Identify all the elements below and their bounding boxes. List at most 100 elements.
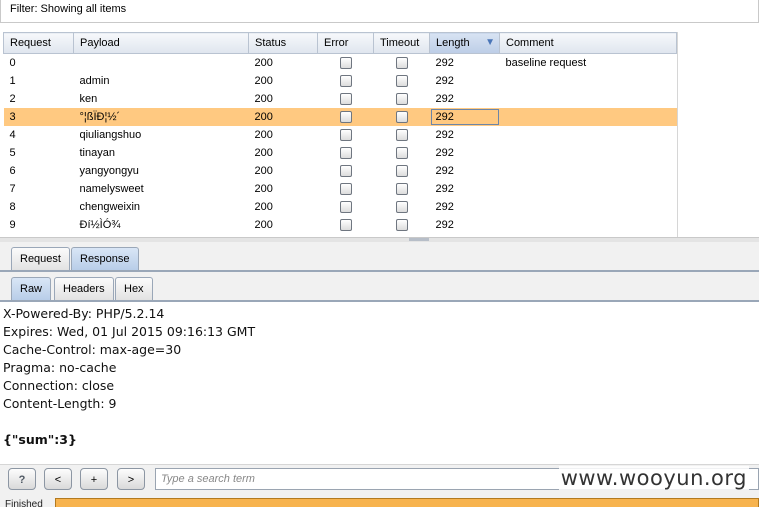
cell-status: 200 — [254, 93, 273, 105]
cell-payload: namelysweet — [79, 183, 144, 195]
cell-request: 6 — [9, 165, 16, 177]
error-checkbox[interactable] — [339, 57, 352, 70]
table-row[interactable]: 4 qiuliangshuo 200 292 — [4, 126, 677, 144]
table-row[interactable]: 9 Ðí½ÌÓ¾ 200 292 — [4, 216, 677, 234]
column-header-length[interactable]: Length ▼ — [429, 32, 500, 54]
timeout-checkbox[interactable] — [395, 165, 408, 178]
error-checkbox[interactable] — [339, 165, 352, 178]
table-row[interactable]: 1 admin 200 292 — [4, 72, 677, 90]
error-checkbox[interactable] — [339, 219, 352, 232]
column-header-payload[interactable]: Payload — [73, 32, 249, 54]
cell-comment — [500, 216, 677, 234]
cell-payload: tinayan — [79, 147, 115, 159]
table-row[interactable]: 6 yangyongyu 200 292 — [4, 162, 677, 180]
filter-bar[interactable]: Filter: Showing all items — [0, 0, 759, 23]
column-header-error[interactable]: Error — [317, 32, 374, 54]
cell-error — [318, 216, 374, 234]
cell-timeout — [374, 162, 430, 180]
timeout-checkbox[interactable] — [395, 129, 408, 142]
table-row[interactable]: 8 chengweixin 200 292 — [4, 198, 677, 216]
table-row[interactable]: 3 °¦ßÏÐ¦½´ 200 292 — [3, 108, 677, 126]
cell-timeout — [374, 126, 430, 144]
timeout-checkbox[interactable] — [395, 219, 408, 232]
cell-request: 0 — [9, 57, 16, 69]
splitter-grip-icon[interactable] — [409, 238, 429, 241]
tab-raw[interactable]: Raw — [11, 277, 52, 300]
table-row[interactable]: 5 tinayan 200 292 — [4, 144, 677, 162]
timeout-checkbox[interactable] — [395, 75, 408, 88]
cell-comment — [500, 126, 677, 144]
cell-length: 292 — [435, 201, 454, 213]
results-table-container: Request Payload Status Error Timeout Len… — [3, 32, 759, 237]
cell-status: 200 — [254, 219, 273, 231]
column-header-timeout[interactable]: Timeout — [373, 32, 430, 54]
cell-payload: qiuliangshuo — [79, 129, 142, 141]
progress-fill — [56, 499, 758, 507]
column-header-request[interactable]: Request — [3, 32, 74, 54]
column-header-comment[interactable]: Comment — [499, 32, 677, 54]
message-tabs: Request Response — [0, 242, 759, 272]
cell-error — [318, 90, 374, 108]
cell-status: 200 — [254, 75, 273, 87]
help-button[interactable]: ? — [8, 468, 36, 490]
error-checkbox[interactable] — [339, 93, 352, 106]
error-checkbox[interactable] — [339, 183, 352, 196]
response-viewer[interactable]: X-Powered-By: PHP/5.2.14 Expires: Wed, 0… — [0, 302, 759, 464]
error-checkbox[interactable] — [339, 75, 352, 88]
cell-comment — [500, 72, 677, 90]
status-bar: Finished — [0, 496, 759, 507]
tab-hex[interactable]: Hex — [115, 277, 153, 300]
tab-request[interactable]: Request — [11, 247, 70, 270]
cell-comment — [500, 198, 677, 216]
cell-request: 2 — [9, 93, 16, 105]
tab-response[interactable]: Response — [71, 247, 139, 270]
cell-comment: baseline request — [505, 57, 587, 69]
tab-headers[interactable]: Headers — [54, 277, 114, 300]
cell-error — [318, 198, 374, 216]
cell-timeout — [374, 72, 430, 90]
table-row[interactable]: 7 namelysweet 200 292 — [4, 180, 677, 198]
cell-comment — [500, 180, 677, 198]
error-checkbox[interactable] — [339, 111, 352, 124]
table-row[interactable]: 0 200 292 baseline request — [4, 54, 677, 73]
cell-length: 292 — [435, 165, 454, 177]
cell-length: 292 — [435, 75, 454, 87]
table-row[interactable]: 2 ken 200 292 — [4, 90, 677, 108]
previous-match-button[interactable]: < — [44, 468, 72, 490]
cell-status: 200 — [248, 108, 318, 126]
filter-label: Filter: Showing all items — [10, 3, 127, 15]
cell-error — [318, 180, 374, 198]
cell-payload: °¦ßÏÐ¦½´ — [73, 108, 249, 126]
error-checkbox[interactable] — [339, 201, 352, 214]
response-body: {"sum":3} — [3, 432, 77, 447]
cell-comment — [500, 90, 677, 108]
add-button[interactable]: + — [80, 468, 108, 490]
cell-timeout — [374, 216, 430, 234]
cell-status: 200 — [254, 183, 273, 195]
cell-length: 292 — [435, 57, 454, 69]
timeout-checkbox[interactable] — [395, 183, 408, 196]
response-header-line: Expires: Wed, 01 Jul 2015 09:16:13 GMT — [3, 324, 256, 339]
cell-timeout — [374, 144, 430, 162]
cell-timeout — [374, 90, 430, 108]
column-header-label: Comment — [506, 37, 554, 49]
error-checkbox[interactable] — [339, 129, 352, 142]
column-header-status[interactable]: Status — [248, 32, 318, 54]
timeout-checkbox[interactable] — [395, 201, 408, 214]
timeout-checkbox[interactable] — [395, 93, 408, 106]
cell-length: 292 — [435, 183, 454, 195]
error-checkbox[interactable] — [339, 147, 352, 160]
timeout-checkbox[interactable] — [395, 147, 408, 160]
column-header-label: Status — [255, 37, 287, 49]
cell-request: 5 — [9, 147, 16, 159]
cell-error — [318, 72, 374, 90]
timeout-checkbox[interactable] — [395, 111, 408, 124]
response-header-line: X-Powered-By: PHP/5.2.14 — [3, 306, 165, 321]
response-header-line: Content-Length: 9 — [3, 396, 117, 411]
timeout-checkbox[interactable] — [395, 57, 408, 70]
cell-error — [318, 162, 374, 180]
cell-length: 292 — [435, 129, 454, 141]
next-match-button[interactable]: > — [117, 468, 145, 490]
cell-length: 292 — [429, 108, 500, 126]
response-header-line: Cache-Control: max-age=30 — [3, 342, 182, 357]
